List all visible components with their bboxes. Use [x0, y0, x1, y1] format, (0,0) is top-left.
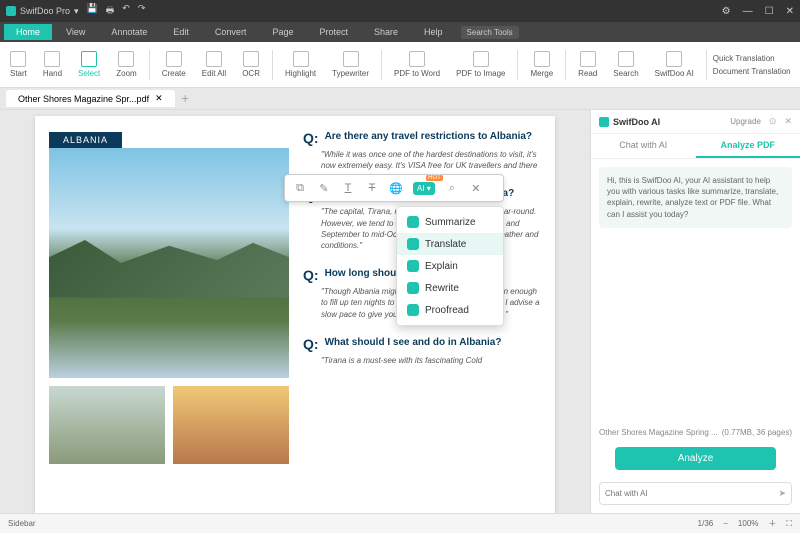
app-name: SwifDoo Pro: [20, 6, 70, 16]
ribbon: Start Hand Select Zoom Create Edit All O…: [0, 42, 800, 88]
panel-title: SwifDoo AI: [613, 117, 726, 127]
page-indicator[interactable]: 1/36: [698, 519, 714, 528]
qa-4: Q:What should I see and do in Albania? "…: [303, 336, 541, 366]
menu-edit[interactable]: Edit: [161, 24, 201, 40]
dropdown-caret-icon[interactable]: ▾: [74, 6, 79, 17]
qa-1: Q:Are there any travel restrictions to A…: [303, 130, 541, 171]
ribbon-pdftoword[interactable]: PDF to Word: [388, 49, 446, 80]
titlebar: SwifDoo Pro ▾ 💾 🖶 ↶ ↷ ⚙ — ☐ ✕: [0, 0, 800, 22]
menubar: Home View Annotate Edit Convert Page Pro…: [0, 22, 800, 42]
ai-button[interactable]: AI ▾: [413, 182, 435, 195]
tab-analyze[interactable]: Analyze PDF: [696, 134, 800, 158]
zoom-out-icon[interactable]: −: [723, 519, 728, 528]
ribbon-ocr[interactable]: OCR: [236, 49, 266, 80]
ribbon-ai[interactable]: SwifDoo AI: [649, 49, 700, 80]
redo-icon[interactable]: ↷: [138, 3, 146, 19]
translate-icon[interactable]: 🌐: [389, 181, 403, 195]
document-tabs: Other Shores Magazine Spr...pdf ✕ ＋: [0, 88, 800, 110]
ribbon-search[interactable]: Search: [607, 49, 644, 80]
menu-home[interactable]: Home: [4, 24, 52, 40]
ribbon-select[interactable]: Select: [72, 49, 106, 80]
ai-logo-icon: [599, 117, 609, 127]
tab-close-icon[interactable]: ✕: [155, 93, 163, 104]
ai-dropdown: Summarize Translate Explain Rewrite Proo…: [396, 206, 504, 326]
ribbon-read[interactable]: Read: [572, 49, 603, 80]
document-tab[interactable]: Other Shores Magazine Spr...pdf ✕: [6, 90, 175, 107]
statusbar: Sidebar 1/36 − 100% ＋ ⛶: [0, 513, 800, 533]
menu-page[interactable]: Page: [260, 24, 305, 40]
menu-view[interactable]: View: [54, 24, 97, 40]
hero-image: [49, 148, 289, 378]
panel-close-icon[interactable]: ✕: [784, 116, 792, 127]
pin-icon[interactable]: ⊙: [769, 116, 777, 127]
dd-explain[interactable]: Explain: [397, 255, 503, 277]
fit-icon[interactable]: ⛶: [786, 519, 792, 529]
ribbon-typewriter[interactable]: Typewriter: [326, 49, 375, 80]
menu-protect[interactable]: Protect: [307, 24, 360, 40]
q-mark: Q:: [303, 130, 319, 146]
tab-chat[interactable]: Chat with AI: [591, 134, 696, 158]
zoom-in-icon[interactable]: ＋: [768, 518, 776, 529]
ribbon-highlight[interactable]: Highlight: [279, 49, 322, 80]
file-name: Other Shores Magazine Spring ...: [599, 428, 718, 437]
search-icon[interactable]: ⌕: [445, 181, 459, 195]
search-tools[interactable]: Search Tools: [461, 26, 519, 39]
ribbon-pdftoimage[interactable]: PDF to Image: [450, 49, 511, 80]
highlight-icon[interactable]: ✎: [317, 181, 331, 195]
thumb-image-1: [49, 386, 165, 464]
save-icon[interactable]: 💾: [87, 3, 98, 19]
ribbon-editall[interactable]: Edit All: [196, 49, 232, 80]
ribbon-merge[interactable]: Merge: [524, 49, 559, 80]
country-badge: ALBANIA: [49, 132, 122, 148]
underline-icon[interactable]: T: [341, 181, 355, 195]
ribbon-zoom[interactable]: Zoom: [110, 49, 142, 80]
file-info: Other Shores Magazine Spring ... (0.77MB…: [599, 428, 792, 437]
print-icon[interactable]: 🖶: [106, 3, 115, 19]
doc-tab-name: Other Shores Magazine Spr...pdf: [18, 94, 149, 104]
quick-translation[interactable]: Quick Translation: [713, 54, 791, 63]
upgrade-link[interactable]: Upgrade: [730, 117, 761, 126]
menu-annotate[interactable]: Annotate: [99, 24, 159, 40]
ribbon-create[interactable]: Create: [156, 49, 192, 80]
chat-input-box[interactable]: ➤: [599, 482, 792, 505]
copy-icon[interactable]: ⧉: [293, 181, 307, 195]
dd-summarize[interactable]: Summarize: [397, 211, 503, 233]
logo-icon: [6, 6, 16, 16]
add-tab-icon[interactable]: ＋: [181, 92, 190, 105]
settings-icon[interactable]: ⚙: [722, 6, 731, 17]
selection-toolbar: ⧉ ✎ T T 🌐 AI ▾ ⌕ ✕: [284, 174, 504, 202]
file-meta: (0.77MB, 36 pages): [722, 428, 792, 437]
zoom-level[interactable]: 100%: [738, 519, 758, 528]
ai-side-panel: SwifDoo AI Upgrade ⊙ ✕ Chat with AI Anal…: [590, 110, 800, 513]
dd-translate[interactable]: Translate: [397, 233, 503, 255]
ribbon-translation: Quick Translation Document Translation: [713, 54, 791, 76]
close-icon[interactable]: ✕: [786, 6, 794, 17]
sidebar-toggle[interactable]: Sidebar: [8, 519, 36, 528]
window-controls: ⚙ — ☐ ✕: [722, 6, 794, 17]
close-toolbar-icon[interactable]: ✕: [469, 181, 483, 195]
dd-rewrite[interactable]: Rewrite: [397, 277, 503, 299]
menu-share[interactable]: Share: [362, 24, 410, 40]
app-logo: SwifDoo Pro ▾: [6, 6, 79, 17]
undo-icon[interactable]: ↶: [122, 3, 130, 19]
ai-greeting: Hi, this is SwifDoo AI, your AI assistan…: [599, 167, 792, 228]
ribbon-hand[interactable]: Hand: [37, 49, 68, 80]
minimize-icon[interactable]: —: [743, 6, 753, 17]
document-translation[interactable]: Document Translation: [713, 67, 791, 76]
menu-help[interactable]: Help: [412, 24, 455, 40]
send-icon[interactable]: ➤: [778, 488, 786, 499]
chat-input[interactable]: [605, 489, 778, 498]
quick-access: 💾 🖶 ↶ ↷: [87, 3, 146, 19]
menu-convert[interactable]: Convert: [203, 24, 259, 40]
ribbon-start[interactable]: Start: [4, 49, 33, 80]
analyze-button[interactable]: Analyze: [615, 447, 776, 470]
document-viewer: ALBANIA Q:Are there any travel restricti…: [0, 110, 590, 513]
strikeout-icon[interactable]: T: [365, 181, 379, 195]
maximize-icon[interactable]: ☐: [765, 6, 774, 17]
thumb-image-2: [173, 386, 289, 464]
dd-proofread[interactable]: Proofread: [397, 299, 503, 321]
